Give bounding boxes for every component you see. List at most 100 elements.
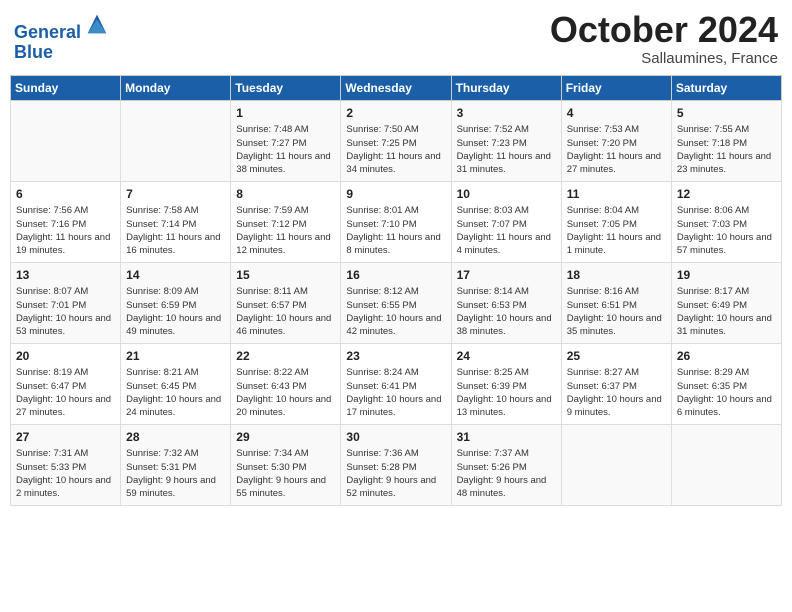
calendar-cell: 5Sunrise: 7:55 AM Sunset: 7:18 PM Daylig… bbox=[671, 100, 781, 181]
calendar-week: 27Sunrise: 7:31 AM Sunset: 5:33 PM Dayli… bbox=[11, 424, 782, 505]
day-number: 30 bbox=[346, 429, 445, 446]
day-number: 10 bbox=[457, 186, 556, 203]
day-info: Sunrise: 7:58 AM Sunset: 7:14 PM Dayligh… bbox=[126, 204, 225, 257]
weekday-header: Thursday bbox=[451, 75, 561, 100]
weekday-header: Sunday bbox=[11, 75, 121, 100]
calendar-cell: 10Sunrise: 8:03 AM Sunset: 7:07 PM Dayli… bbox=[451, 181, 561, 262]
day-number: 1 bbox=[236, 105, 335, 122]
day-info: Sunrise: 8:24 AM Sunset: 6:41 PM Dayligh… bbox=[346, 366, 445, 419]
logo-text: General Blue bbox=[14, 14, 111, 63]
day-info: Sunrise: 8:11 AM Sunset: 6:57 PM Dayligh… bbox=[236, 285, 335, 338]
calendar-cell: 18Sunrise: 8:16 AM Sunset: 6:51 PM Dayli… bbox=[561, 262, 671, 343]
title-block: October 2024 Sallaumines, France bbox=[550, 10, 778, 67]
calendar-cell: 27Sunrise: 7:31 AM Sunset: 5:33 PM Dayli… bbox=[11, 424, 121, 505]
page-header: General Blue October 2024 Sallaumines, F… bbox=[10, 10, 782, 67]
month-title: October 2024 bbox=[550, 10, 778, 50]
day-number: 22 bbox=[236, 348, 335, 365]
day-number: 13 bbox=[16, 267, 115, 284]
day-info: Sunrise: 8:16 AM Sunset: 6:51 PM Dayligh… bbox=[567, 285, 666, 338]
day-number: 11 bbox=[567, 186, 666, 203]
day-info: Sunrise: 7:55 AM Sunset: 7:18 PM Dayligh… bbox=[677, 123, 776, 176]
calendar-cell: 22Sunrise: 8:22 AM Sunset: 6:43 PM Dayli… bbox=[231, 343, 341, 424]
calendar-cell: 15Sunrise: 8:11 AM Sunset: 6:57 PM Dayli… bbox=[231, 262, 341, 343]
day-info: Sunrise: 7:37 AM Sunset: 5:26 PM Dayligh… bbox=[457, 447, 556, 500]
calendar-body: 1Sunrise: 7:48 AM Sunset: 7:27 PM Daylig… bbox=[11, 100, 782, 505]
calendar-cell: 20Sunrise: 8:19 AM Sunset: 6:47 PM Dayli… bbox=[11, 343, 121, 424]
day-info: Sunrise: 8:21 AM Sunset: 6:45 PM Dayligh… bbox=[126, 366, 225, 419]
day-info: Sunrise: 7:59 AM Sunset: 7:12 PM Dayligh… bbox=[236, 204, 335, 257]
day-number: 27 bbox=[16, 429, 115, 446]
day-number: 24 bbox=[457, 348, 556, 365]
day-number: 21 bbox=[126, 348, 225, 365]
calendar-cell: 28Sunrise: 7:32 AM Sunset: 5:31 PM Dayli… bbox=[121, 424, 231, 505]
calendar-week: 1Sunrise: 7:48 AM Sunset: 7:27 PM Daylig… bbox=[11, 100, 782, 181]
day-info: Sunrise: 7:52 AM Sunset: 7:23 PM Dayligh… bbox=[457, 123, 556, 176]
calendar-cell: 9Sunrise: 8:01 AM Sunset: 7:10 PM Daylig… bbox=[341, 181, 451, 262]
calendar-cell: 1Sunrise: 7:48 AM Sunset: 7:27 PM Daylig… bbox=[231, 100, 341, 181]
calendar-cell: 21Sunrise: 8:21 AM Sunset: 6:45 PM Dayli… bbox=[121, 343, 231, 424]
calendar-cell: 24Sunrise: 8:25 AM Sunset: 6:39 PM Dayli… bbox=[451, 343, 561, 424]
weekday-header: Wednesday bbox=[341, 75, 451, 100]
weekday-row: SundayMondayTuesdayWednesdayThursdayFrid… bbox=[11, 75, 782, 100]
calendar-cell: 4Sunrise: 7:53 AM Sunset: 7:20 PM Daylig… bbox=[561, 100, 671, 181]
logo-line1: General bbox=[14, 22, 81, 42]
calendar-week: 13Sunrise: 8:07 AM Sunset: 7:01 PM Dayli… bbox=[11, 262, 782, 343]
day-number: 16 bbox=[346, 267, 445, 284]
day-number: 31 bbox=[457, 429, 556, 446]
day-info: Sunrise: 8:01 AM Sunset: 7:10 PM Dayligh… bbox=[346, 204, 445, 257]
day-number: 19 bbox=[677, 267, 776, 284]
day-info: Sunrise: 8:06 AM Sunset: 7:03 PM Dayligh… bbox=[677, 204, 776, 257]
logo-icon bbox=[83, 10, 111, 38]
calendar-cell: 29Sunrise: 7:34 AM Sunset: 5:30 PM Dayli… bbox=[231, 424, 341, 505]
day-info: Sunrise: 8:09 AM Sunset: 6:59 PM Dayligh… bbox=[126, 285, 225, 338]
day-info: Sunrise: 8:12 AM Sunset: 6:55 PM Dayligh… bbox=[346, 285, 445, 338]
calendar-cell: 2Sunrise: 7:50 AM Sunset: 7:25 PM Daylig… bbox=[341, 100, 451, 181]
logo-line2: Blue bbox=[14, 42, 53, 62]
calendar-cell: 17Sunrise: 8:14 AM Sunset: 6:53 PM Dayli… bbox=[451, 262, 561, 343]
day-number: 25 bbox=[567, 348, 666, 365]
calendar-cell: 16Sunrise: 8:12 AM Sunset: 6:55 PM Dayli… bbox=[341, 262, 451, 343]
calendar-cell: 7Sunrise: 7:58 AM Sunset: 7:14 PM Daylig… bbox=[121, 181, 231, 262]
calendar-cell: 23Sunrise: 8:24 AM Sunset: 6:41 PM Dayli… bbox=[341, 343, 451, 424]
calendar-cell: 6Sunrise: 7:56 AM Sunset: 7:16 PM Daylig… bbox=[11, 181, 121, 262]
calendar-cell: 3Sunrise: 7:52 AM Sunset: 7:23 PM Daylig… bbox=[451, 100, 561, 181]
calendar-cell: 11Sunrise: 8:04 AM Sunset: 7:05 PM Dayli… bbox=[561, 181, 671, 262]
day-info: Sunrise: 7:36 AM Sunset: 5:28 PM Dayligh… bbox=[346, 447, 445, 500]
day-number: 7 bbox=[126, 186, 225, 203]
day-number: 5 bbox=[677, 105, 776, 122]
day-info: Sunrise: 7:34 AM Sunset: 5:30 PM Dayligh… bbox=[236, 447, 335, 500]
day-info: Sunrise: 8:04 AM Sunset: 7:05 PM Dayligh… bbox=[567, 204, 666, 257]
calendar-cell: 13Sunrise: 8:07 AM Sunset: 7:01 PM Dayli… bbox=[11, 262, 121, 343]
day-info: Sunrise: 8:07 AM Sunset: 7:01 PM Dayligh… bbox=[16, 285, 115, 338]
weekday-header: Tuesday bbox=[231, 75, 341, 100]
day-number: 4 bbox=[567, 105, 666, 122]
day-info: Sunrise: 7:53 AM Sunset: 7:20 PM Dayligh… bbox=[567, 123, 666, 176]
day-number: 28 bbox=[126, 429, 225, 446]
day-number: 15 bbox=[236, 267, 335, 284]
day-info: Sunrise: 8:19 AM Sunset: 6:47 PM Dayligh… bbox=[16, 366, 115, 419]
calendar-cell: 8Sunrise: 7:59 AM Sunset: 7:12 PM Daylig… bbox=[231, 181, 341, 262]
calendar-header: SundayMondayTuesdayWednesdayThursdayFrid… bbox=[11, 75, 782, 100]
calendar-cell: 14Sunrise: 8:09 AM Sunset: 6:59 PM Dayli… bbox=[121, 262, 231, 343]
weekday-header: Friday bbox=[561, 75, 671, 100]
day-number: 8 bbox=[236, 186, 335, 203]
location: Sallaumines, France bbox=[550, 50, 778, 67]
day-info: Sunrise: 7:31 AM Sunset: 5:33 PM Dayligh… bbox=[16, 447, 115, 500]
day-info: Sunrise: 8:22 AM Sunset: 6:43 PM Dayligh… bbox=[236, 366, 335, 419]
calendar-week: 6Sunrise: 7:56 AM Sunset: 7:16 PM Daylig… bbox=[11, 181, 782, 262]
day-info: Sunrise: 8:03 AM Sunset: 7:07 PM Dayligh… bbox=[457, 204, 556, 257]
day-number: 17 bbox=[457, 267, 556, 284]
day-number: 29 bbox=[236, 429, 335, 446]
calendar-table: SundayMondayTuesdayWednesdayThursdayFrid… bbox=[10, 75, 782, 506]
calendar-cell: 30Sunrise: 7:36 AM Sunset: 5:28 PM Dayli… bbox=[341, 424, 451, 505]
day-info: Sunrise: 8:14 AM Sunset: 6:53 PM Dayligh… bbox=[457, 285, 556, 338]
day-number: 12 bbox=[677, 186, 776, 203]
day-number: 3 bbox=[457, 105, 556, 122]
calendar-cell bbox=[671, 424, 781, 505]
calendar-cell: 26Sunrise: 8:29 AM Sunset: 6:35 PM Dayli… bbox=[671, 343, 781, 424]
weekday-header: Saturday bbox=[671, 75, 781, 100]
weekday-header: Monday bbox=[121, 75, 231, 100]
day-info: Sunrise: 7:48 AM Sunset: 7:27 PM Dayligh… bbox=[236, 123, 335, 176]
day-info: Sunrise: 8:17 AM Sunset: 6:49 PM Dayligh… bbox=[677, 285, 776, 338]
day-number: 6 bbox=[16, 186, 115, 203]
